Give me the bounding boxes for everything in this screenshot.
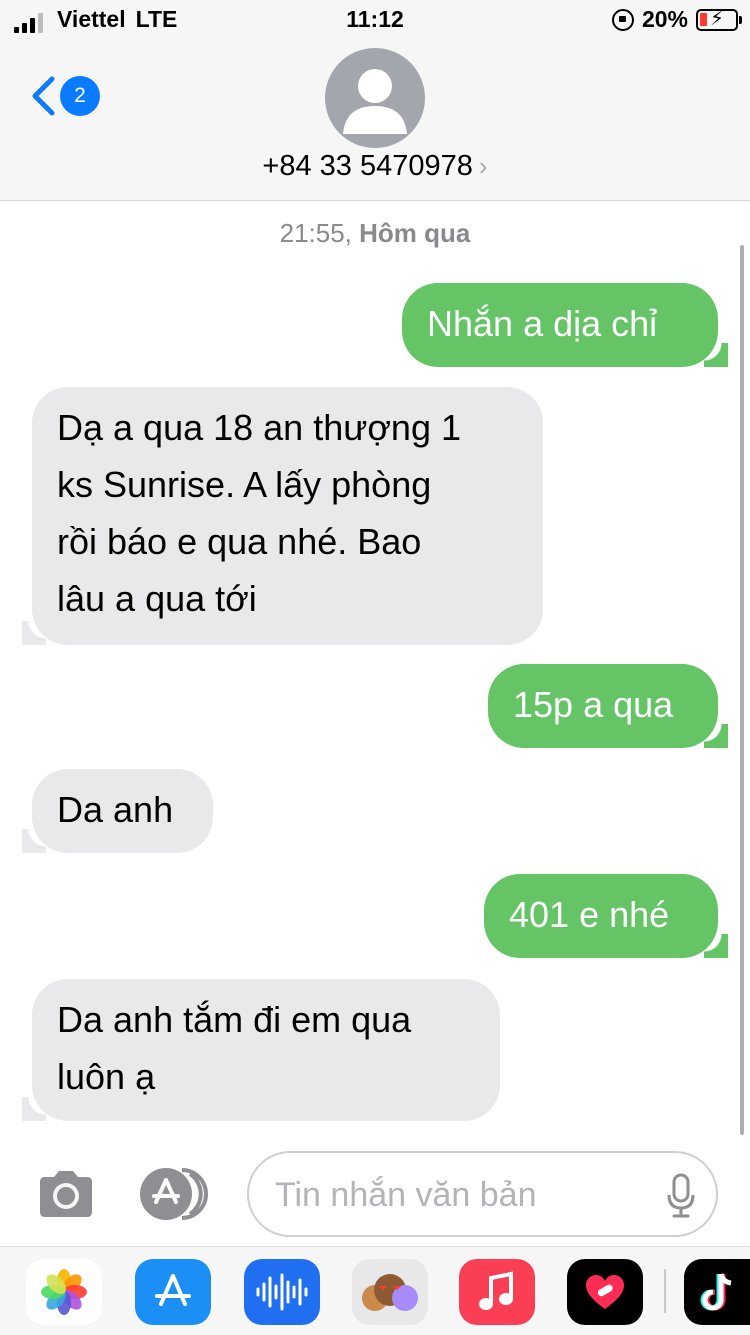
message-line: Da anh tắm đi em qua xyxy=(57,999,412,1040)
message-line: 15p a qua xyxy=(513,684,674,725)
message-line: Dạ a qua 18 an thượng 1 xyxy=(57,407,461,448)
photos-app-icon[interactable] xyxy=(26,1259,102,1325)
message-bubble-incoming[interactable]: Da anh xyxy=(22,769,213,853)
scrollbar[interactable] xyxy=(740,245,744,1135)
message-input[interactable]: Tin nhắn văn bản xyxy=(247,1151,718,1237)
unread-badge: 2 xyxy=(60,76,100,116)
person-icon xyxy=(343,69,407,134)
contact-number: +84 33 5470978 xyxy=(262,150,473,182)
digital-touch-app-icon[interactable] xyxy=(567,1259,643,1325)
message-line: rồi báo e qua nhé. Bao xyxy=(57,521,422,562)
message-line: ks Sunrise. A lấy phòng xyxy=(57,464,432,505)
message-bubble-incoming[interactable]: Dạ a qua 18 an thượng 1 ks Sunrise. A lấ… xyxy=(22,387,543,645)
message-line: 401 e nhé xyxy=(509,894,670,935)
memoji-app-icon[interactable] xyxy=(352,1259,428,1325)
contact-avatar[interactable] xyxy=(325,48,425,148)
message-bubble-outgoing[interactable]: 401 e nhé xyxy=(484,874,728,958)
message-line: lâu a qua tới xyxy=(57,578,257,619)
message-line: luôn ạ xyxy=(57,1056,156,1097)
message-bubble-outgoing[interactable]: Nhắn a dịa chỉ xyxy=(402,283,728,367)
timestamp-day: Hôm qua xyxy=(359,218,471,248)
app-store-button-icon[interactable] xyxy=(138,1166,214,1222)
battery-icon: ⚡ xyxy=(696,8,742,31)
back-button[interactable]: 2 xyxy=(30,76,100,116)
microphone-icon[interactable] xyxy=(666,1173,696,1219)
drawer-separator xyxy=(664,1269,666,1313)
message-input-placeholder: Tin nhắn văn bản xyxy=(275,1176,537,1214)
camera-icon[interactable] xyxy=(36,1168,96,1220)
orientation-lock-icon xyxy=(611,8,634,31)
app-drawer xyxy=(0,1246,750,1335)
audio-message-app-icon[interactable] xyxy=(244,1259,320,1325)
message-bubble-outgoing[interactable]: 15p a qua xyxy=(488,664,728,748)
chevron-left-icon xyxy=(32,76,55,116)
status-right: 20% ⚡ xyxy=(611,6,742,33)
status-bar: Viettel LTE 11:12 20% ⚡ xyxy=(0,0,750,40)
message-line: Nhắn a dịa chỉ xyxy=(427,303,658,344)
battery-percent: 20% xyxy=(641,6,688,32)
message-timestamp: 21:55, Hôm qua xyxy=(0,218,750,249)
contact-name-button[interactable]: +84 33 5470978 › xyxy=(0,150,750,183)
chevron-right-icon: › xyxy=(478,151,488,181)
app-store-app-icon[interactable] xyxy=(135,1259,211,1325)
timestamp-time: 21:55, xyxy=(279,218,352,248)
tiktok-app-icon[interactable] xyxy=(684,1259,750,1325)
music-app-icon[interactable] xyxy=(459,1259,535,1325)
conversation-header: 2 +84 33 5470978 › xyxy=(0,40,750,201)
message-bubble-incoming[interactable]: Da anh tắm đi em qua luôn ạ xyxy=(22,979,500,1121)
message-line: Da anh xyxy=(57,789,174,830)
